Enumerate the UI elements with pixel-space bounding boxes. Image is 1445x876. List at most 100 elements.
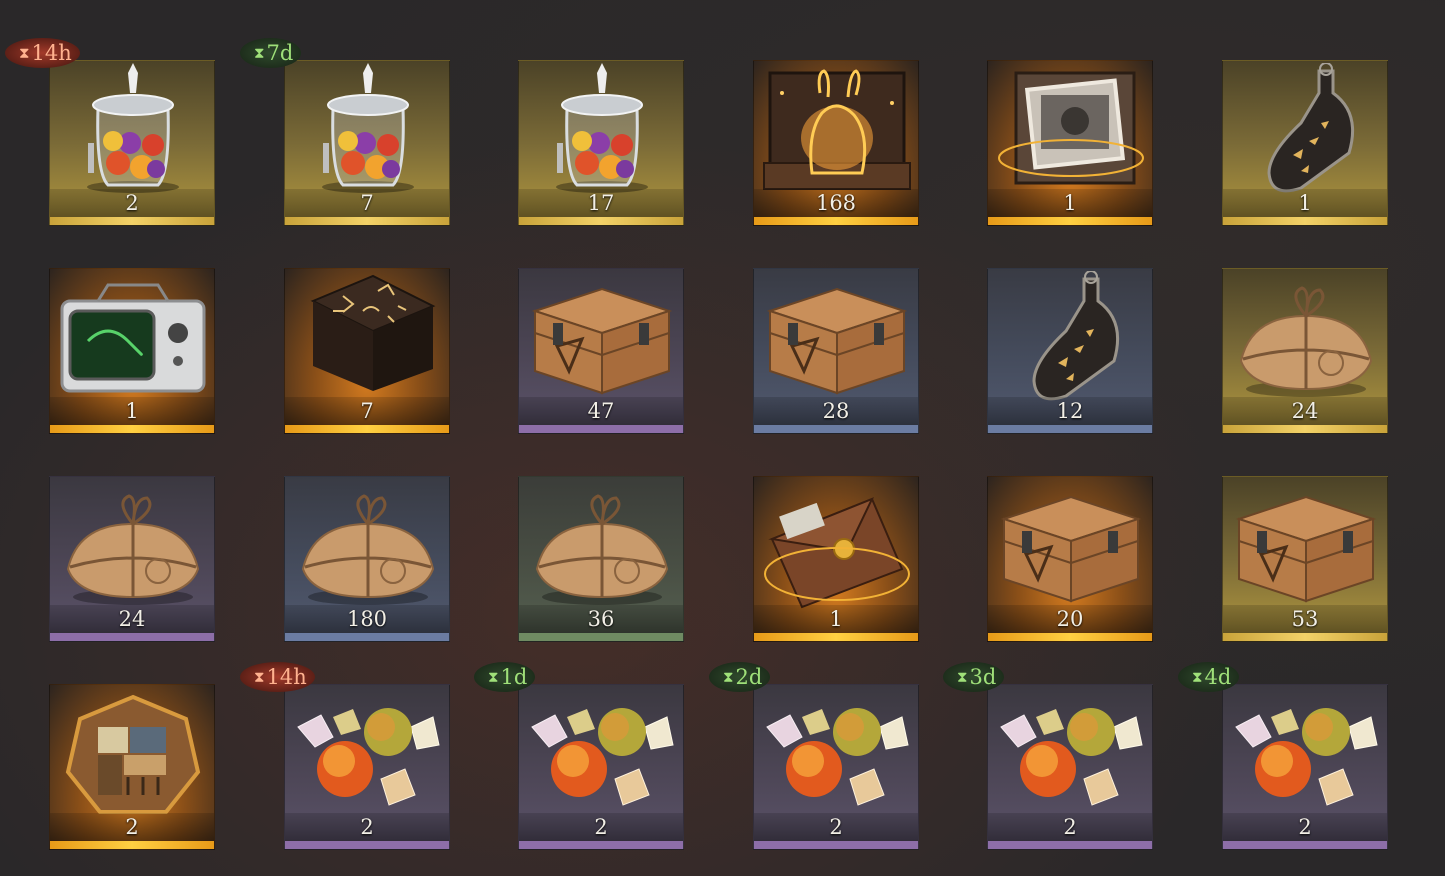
candy-icon [766,708,909,806]
rune-table-icon [310,274,436,391]
item-slot-puzzle-box[interactable]: 2 [49,684,215,850]
hourglass-icon: ⧗ [254,668,265,686]
item-count: 24 [118,607,146,631]
hourglass-icon: ⧗ [488,668,499,686]
timer-text: 2d [735,665,763,689]
item-count: 2 [125,191,139,215]
item-slot-candy-jar[interactable]: 7 [284,60,450,226]
puzzle-box-icon [65,694,201,814]
item-count: 20 [1056,607,1084,631]
item-count: 28 [822,399,850,423]
item-slot-candy[interactable]: 2 [987,684,1153,850]
timer-text: 1d [500,665,528,689]
hourglass-icon: ⧗ [723,668,734,686]
item-slot-crate[interactable]: 28 [753,268,919,434]
rarity-strip [1223,841,1387,849]
item-slot-rabbit-box[interactable]: 168 [753,60,919,226]
rarity-strip [1223,633,1387,641]
item-slot-photo-box[interactable]: 1 [987,60,1153,226]
item-slot-rune-table[interactable]: 7 [284,268,450,434]
item-slot-candy[interactable]: 2 [753,684,919,850]
candy-jar-icon [556,63,648,193]
candy-jar-icon [322,63,414,193]
rarity-strip [519,425,683,433]
parcel-icon [1239,286,1373,397]
parcel-icon [535,494,669,605]
item-slot-television[interactable]: 1 [49,268,215,434]
hourglass-icon: ⧗ [19,44,30,62]
crate-icon [1000,495,1142,603]
rarity-strip [1223,425,1387,433]
rarity-strip [285,633,449,641]
timer-text: 7d [266,41,294,65]
item-slot-bottle[interactable]: 12 [987,268,1153,434]
rarity-strip [988,633,1152,641]
item-slot-envelope[interactable]: 1 [753,476,919,642]
hourglass-icon: ⧗ [1192,668,1203,686]
expiry-timer-badge: ⧗ 7d [240,38,302,68]
candy-icon [297,708,440,806]
rarity-strip [519,841,683,849]
candy-icon [531,708,674,806]
rarity-strip [50,217,214,225]
item-slot-candy[interactable]: 2 [518,684,684,850]
item-count: 47 [587,399,615,423]
rarity-strip [50,425,214,433]
rabbit-box-icon [763,69,911,190]
item-count: 7 [360,399,374,423]
rarity-strip [1223,217,1387,225]
item-slot-crate[interactable]: 20 [987,476,1153,642]
parcel-icon [301,494,435,605]
envelope-icon [764,497,910,609]
timer-text: 3d [969,665,997,689]
crate-icon [766,287,908,395]
expiry-timer-badge: ⧗ 2d [709,662,771,692]
rarity-strip [519,633,683,641]
rarity-strip [50,633,214,641]
bottle-icon [1267,63,1355,193]
hourglass-icon: ⧗ [254,44,265,62]
rarity-strip [285,425,449,433]
rarity-strip [988,217,1152,225]
item-count: 53 [1291,607,1319,631]
candy-icon [1235,708,1378,806]
rarity-strip [519,217,683,225]
item-slot-crate[interactable]: 53 [1222,476,1388,642]
item-count: 168 [815,191,857,215]
parcel-icon [66,494,200,605]
item-slot-crate[interactable]: 47 [518,268,684,434]
item-slot-parcel[interactable]: 36 [518,476,684,642]
item-slot-candy[interactable]: 2 [284,684,450,850]
item-slot-bottle[interactable]: 1 [1222,60,1388,226]
bottle-icon [1032,271,1120,401]
item-count: 1 [1063,191,1077,215]
item-count: 1 [1298,191,1312,215]
item-slot-candy[interactable]: 2 [1222,684,1388,850]
rarity-strip [988,841,1152,849]
item-count: 1 [829,607,843,631]
expiry-timer-badge: ⧗ 14h [5,38,80,68]
timer-text: 4d [1204,665,1232,689]
timer-text: 14h [31,41,72,65]
crate-icon [1235,495,1377,603]
item-slot-candy-jar[interactable]: 17 [518,60,684,226]
item-slot-parcel[interactable]: 24 [49,476,215,642]
item-count: 17 [587,191,615,215]
rarity-strip [754,425,918,433]
item-count: 2 [360,815,374,839]
rarity-strip [754,217,918,225]
item-count: 36 [587,607,615,631]
expiry-timer-badge: ⧗ 14h [240,662,315,692]
item-slot-parcel[interactable]: 180 [284,476,450,642]
item-count: 2 [829,815,843,839]
item-count: 1 [125,399,139,423]
hourglass-icon: ⧗ [957,668,968,686]
candy-jar-icon [87,63,179,193]
item-count: 2 [594,815,608,839]
item-count: 2 [125,815,139,839]
item-slot-parcel[interactable]: 24 [1222,268,1388,434]
item-slot-candy-jar[interactable]: 2 [49,60,215,226]
photo-box-icon [998,71,1144,185]
timer-text: 14h [266,665,307,689]
item-count: 12 [1056,399,1084,423]
